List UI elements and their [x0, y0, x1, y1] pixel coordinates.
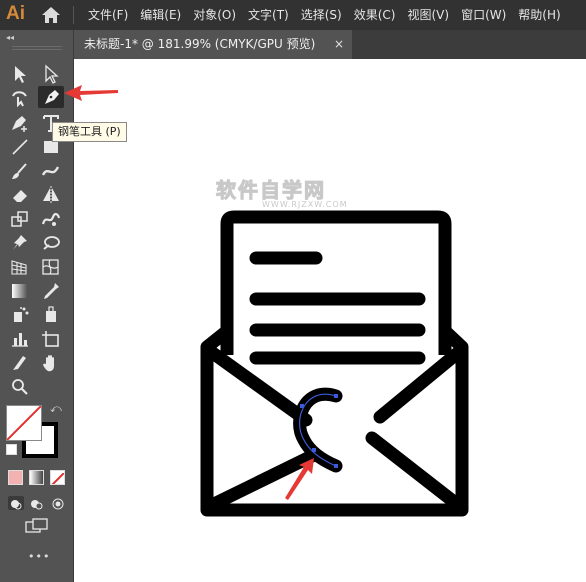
menu-file[interactable]: 文件(F): [88, 0, 128, 30]
add-anchor-point-tool-icon[interactable]: [9, 113, 31, 133]
paintbrush-tool-icon[interactable]: [9, 161, 31, 181]
draw-inside-icon[interactable]: [50, 496, 66, 510]
collapse-panel-button[interactable]: ◂◂: [6, 33, 14, 42]
line-tool-icon[interactable]: [9, 137, 31, 157]
puppet-warp-tool-icon[interactable]: [40, 209, 62, 229]
close-icon[interactable]: ×: [334, 30, 344, 59]
menu-edit[interactable]: 编辑(E): [140, 0, 181, 30]
shaper-tool-icon[interactable]: [40, 161, 62, 181]
live-paint-bucket-tool-icon[interactable]: [40, 305, 62, 325]
menu-effect[interactable]: 效果(C): [354, 0, 396, 30]
pointer-arrow-curve: [285, 458, 314, 500]
column-graph-tool-icon[interactable]: [9, 329, 31, 349]
document-tab-bar: 未标题-1* @ 181.99% (CMYK/GPU 预览) ×: [74, 30, 586, 59]
document-tab-title: 未标题-1* @ 181.99% (CMYK/GPU 预览): [84, 37, 316, 51]
default-fill-stroke-icon[interactable]: [6, 444, 17, 455]
gradient-mode-icon[interactable]: [29, 470, 44, 485]
fill-swatch[interactable]: [6, 405, 42, 441]
menu-select[interactable]: 选择(S): [301, 0, 342, 30]
eyedropper-tool-icon[interactable]: [40, 281, 62, 301]
perspective-grid-tool-icon[interactable]: [9, 257, 31, 277]
scale-tool-icon[interactable]: [9, 209, 31, 229]
curvature-tool-icon[interactable]: [9, 88, 31, 108]
home-icon[interactable]: [40, 5, 62, 25]
watermark-title: 软件自学网: [216, 178, 326, 203]
menu-object[interactable]: 对象(O): [193, 0, 236, 30]
document-tab[interactable]: 未标题-1* @ 181.99% (CMYK/GPU 预览): [74, 30, 352, 59]
menu-help[interactable]: 帮助(H): [518, 0, 560, 30]
menu-window[interactable]: 窗口(W): [461, 0, 506, 30]
app-logo: Ai: [6, 3, 25, 24]
menu-view[interactable]: 视图(V): [407, 0, 449, 30]
swap-fill-stroke-icon[interactable]: ⤺: [50, 402, 62, 416]
edit-toolbar-button[interactable]: •••: [28, 550, 50, 563]
none-mode-icon[interactable]: [50, 470, 65, 485]
color-mode-icon[interactable]: [8, 470, 23, 485]
symbol-sprayer-tool-icon[interactable]: [9, 305, 31, 325]
slice-tool-icon[interactable]: [9, 353, 31, 373]
panel-grip[interactable]: [12, 46, 62, 50]
gradient-tool-icon[interactable]: [9, 281, 31, 301]
pin-tool-icon[interactable]: [9, 233, 31, 253]
direct-selection-tool-icon[interactable]: [40, 64, 62, 84]
menu-type[interactable]: 文字(T): [248, 0, 289, 30]
screen-mode-icon[interactable]: [25, 518, 49, 534]
menu-bar: Ai 文件(F) 编辑(E) 对象(O) 文字(T) 选择(S) 效果(C) 视…: [0, 0, 586, 30]
zoom-tool-icon[interactable]: [9, 377, 31, 397]
menu-separator: [73, 6, 74, 24]
mesh-tool-icon[interactable]: [40, 257, 62, 277]
reflect-tool-icon[interactable]: [40, 185, 62, 205]
draw-normal-icon[interactable]: [8, 496, 24, 510]
selection-tool-icon[interactable]: [9, 64, 31, 84]
envelope-artwork[interactable]: [194, 205, 478, 525]
draw-behind-icon[interactable]: [29, 496, 45, 510]
pen-tool-tooltip: 钢笔工具 (P): [52, 122, 127, 142]
pointer-arrow-tool: [64, 85, 118, 101]
tools-panel: ◂◂ ⤺ •••: [0, 30, 74, 582]
free-transform-tool-icon[interactable]: [40, 233, 62, 253]
artboard-tool-icon[interactable]: [40, 329, 62, 349]
eraser-tool-icon[interactable]: [9, 185, 31, 205]
hand-tool-icon[interactable]: [40, 353, 62, 373]
